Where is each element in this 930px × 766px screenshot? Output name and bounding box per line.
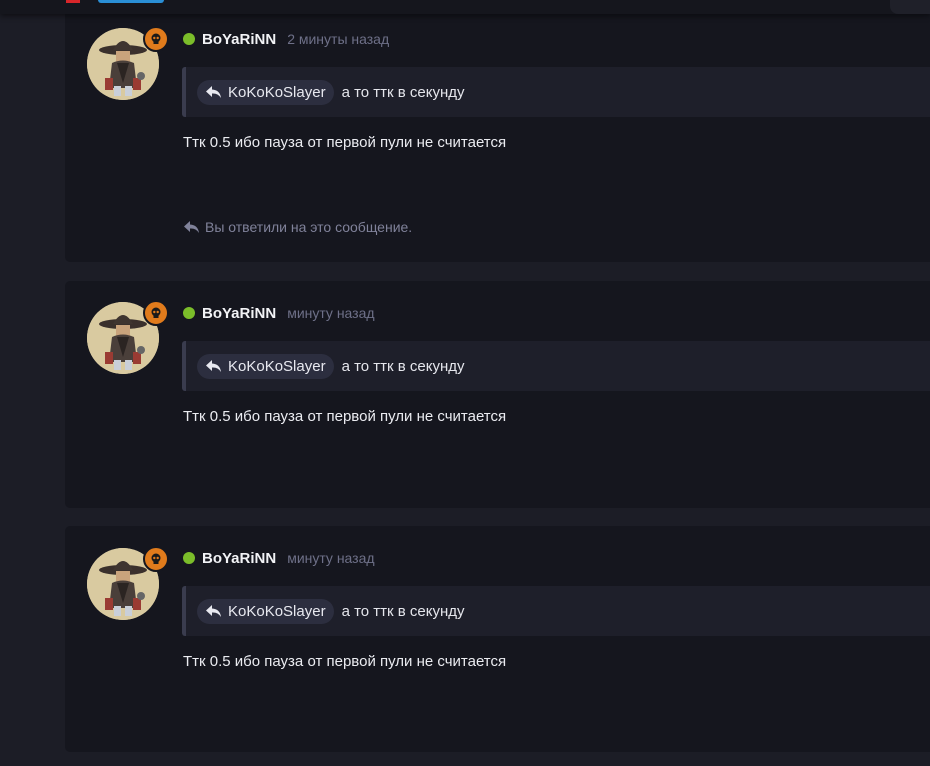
message-card: BoYaRiNN минуту назад KoKoKoSlayer а то … [65, 281, 930, 508]
avatar-container[interactable] [87, 300, 169, 374]
reply-arrow-icon [184, 221, 199, 233]
quoted-reply[interactable]: KoKoKoSlayer а то ттк в секунду [182, 586, 930, 636]
rank-badge [143, 546, 169, 572]
online-status-indicator [183, 307, 195, 319]
mention-author: KoKoKoSlayer [228, 357, 326, 375]
online-status-indicator [183, 33, 195, 45]
reply-arrow-icon [206, 605, 221, 617]
quote-text: а то ттк в секунду [341, 602, 465, 620]
replied-note[interactable]: Вы ответили на это сообщение. [183, 219, 412, 235]
message-text: Ттк 0.5 ибо пауза от первой пули не счит… [183, 653, 507, 670]
reply-arrow-icon [206, 360, 221, 372]
quoted-reply[interactable]: KoKoKoSlayer а то ттк в секунду [182, 67, 930, 117]
reply-mention[interactable]: KoKoKoSlayer [197, 598, 334, 624]
avatar-container[interactable] [87, 26, 169, 100]
username[interactable]: BoYaRiNN [202, 305, 276, 322]
timestamp[interactable]: 2 минуты назад [287, 31, 389, 47]
header-corner [890, 0, 930, 14]
quote-text: а то ттк в секунду [341, 83, 465, 101]
site-logo-text[interactable] [98, 0, 164, 3]
replied-note-text: Вы ответили на это сообщение. [205, 219, 413, 235]
quote-text: а то ттк в секунду [341, 357, 465, 375]
top-navigation-bar [0, 0, 930, 14]
mention-author: KoKoKoSlayer [228, 83, 326, 101]
message-text: Ттк 0.5 ибо пауза от первой пули не счит… [183, 134, 507, 151]
reply-mention[interactable]: KoKoKoSlayer [197, 353, 334, 379]
username[interactable]: BoYaRiNN [202, 550, 276, 567]
mention-author: KoKoKoSlayer [228, 602, 326, 620]
rank-badge [143, 26, 169, 52]
message-header: BoYaRiNN минуту назад [183, 303, 375, 323]
skull-icon [151, 307, 161, 318]
skull-icon [151, 553, 161, 564]
avatar-container[interactable] [87, 546, 169, 620]
reply-mention[interactable]: KoKoKoSlayer [197, 79, 334, 105]
rank-badge [143, 300, 169, 326]
timestamp[interactable]: минуту назад [287, 550, 374, 566]
username[interactable]: BoYaRiNN [202, 31, 276, 48]
message-card: BoYaRiNN минуту назад KoKoKoSlayer а то … [65, 526, 930, 752]
reply-arrow-icon [206, 86, 221, 98]
message-text: Ттк 0.5 ибо пауза от первой пули не счит… [183, 408, 507, 425]
message-header: BoYaRiNN 2 минуты назад [183, 29, 389, 49]
online-status-indicator [183, 552, 195, 564]
message-card: BoYaRiNN 2 минуты назад KoKoKoSlayer а т… [65, 0, 930, 262]
skull-icon [151, 33, 161, 44]
site-logo[interactable] [66, 0, 80, 3]
quoted-reply[interactable]: KoKoKoSlayer а то ттк в секунду [182, 341, 930, 391]
timestamp[interactable]: минуту назад [287, 305, 374, 321]
message-header: BoYaRiNN минуту назад [183, 548, 375, 568]
